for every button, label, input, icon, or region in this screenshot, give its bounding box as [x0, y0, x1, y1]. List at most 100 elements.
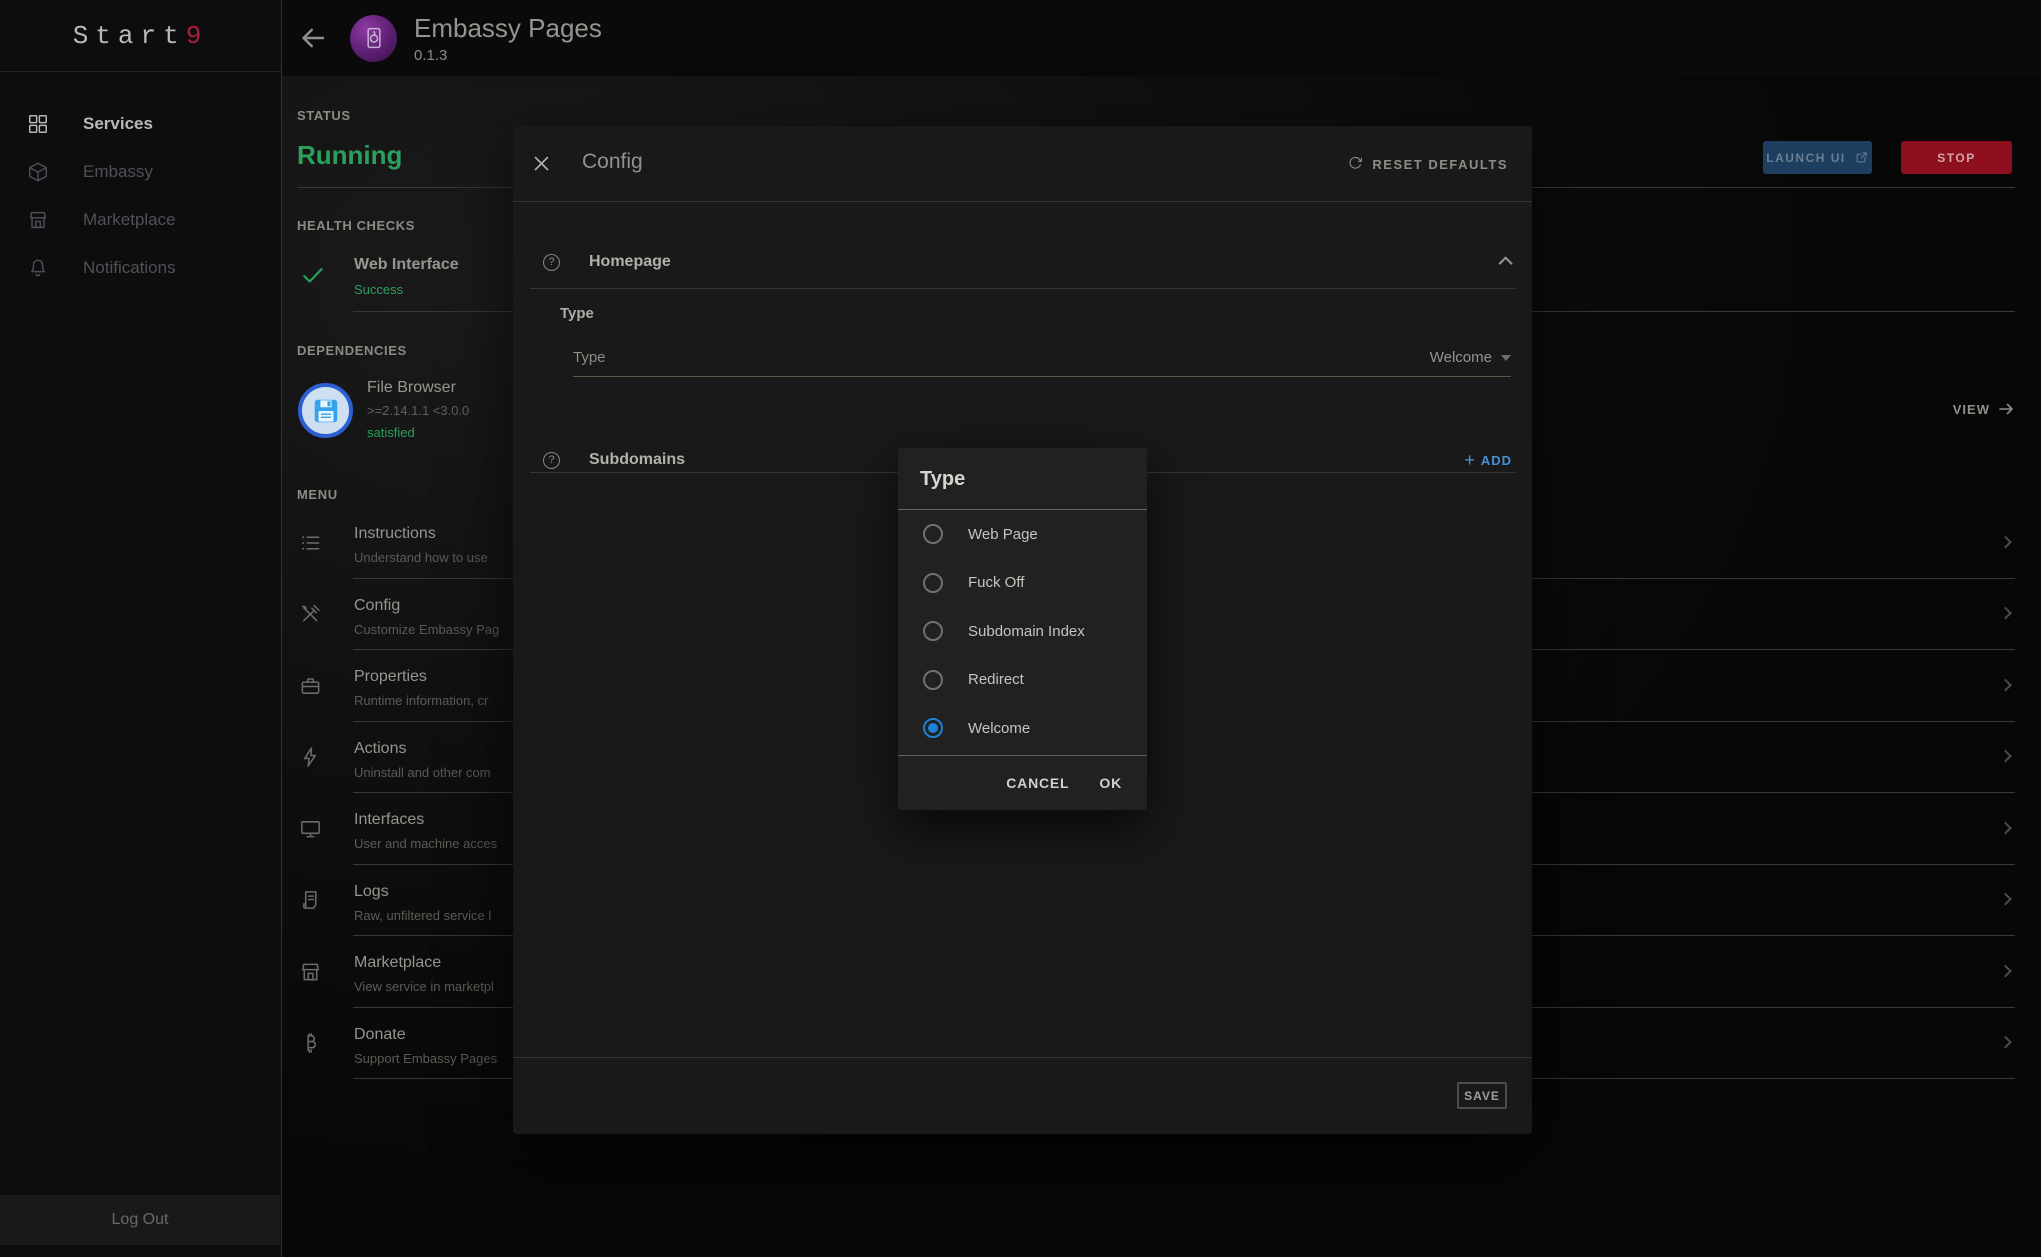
status-heading: STATUS — [297, 108, 351, 123]
health-checks-heading: HEALTH CHECKS — [297, 218, 415, 233]
back-arrow-icon[interactable] — [298, 23, 328, 53]
close-icon[interactable] — [532, 154, 551, 173]
storefront-icon — [299, 960, 322, 983]
chevron-up-icon[interactable] — [1499, 256, 1513, 270]
file-browser-icon — [298, 383, 353, 438]
save-button[interactable]: SAVE — [1457, 1082, 1507, 1109]
menu-item-title: Config — [354, 597, 400, 615]
external-link-icon — [1854, 150, 1869, 165]
dependencies-heading: DEPENDENCIES — [297, 343, 407, 358]
view-dependency-link[interactable]: VIEW — [1953, 400, 2015, 418]
help-icon[interactable]: ? — [543, 452, 560, 469]
logs-icon — [299, 889, 322, 912]
sidebar-item-embassy[interactable]: Embassy — [0, 148, 281, 196]
radio-option-welcome[interactable]: Welcome — [898, 704, 1147, 753]
sidebar-item-label: Notifications — [83, 258, 176, 278]
launch-ui-button[interactable]: LAUNCH UI — [1763, 141, 1872, 174]
type-select-field[interactable]: Type Welcome — [573, 346, 1511, 377]
sidebar-nav: Services Embassy Marketplace Notificatio… — [0, 72, 281, 292]
health-check-result: Success — [354, 282, 403, 297]
radio-option-subdomain-index[interactable]: Subdomain Index — [898, 607, 1147, 656]
chevron-right-icon — [1999, 750, 2012, 763]
checkmark-icon — [300, 262, 326, 288]
cancel-button[interactable]: CANCEL — [1006, 775, 1069, 791]
radio-icon[interactable] — [923, 718, 943, 738]
page-title: Embassy Pages — [414, 13, 602, 44]
type-dialog-title: Type — [898, 448, 1147, 510]
stop-button[interactable]: STOP — [1901, 141, 2012, 174]
radio-icon[interactable] — [923, 621, 943, 641]
type-dialog: Type Web Page Fuck Off Subdomain Index R… — [898, 448, 1147, 810]
menu-item-title: Instructions — [354, 525, 436, 543]
type-dialog-footer: CANCEL OK — [898, 755, 1147, 810]
divider — [530, 288, 1515, 289]
homepage-section-header[interactable]: ? Homepage — [543, 242, 1512, 282]
caret-down-icon — [1501, 355, 1511, 361]
chevron-right-icon — [1999, 893, 2012, 906]
chevron-right-icon — [1999, 1036, 2012, 1049]
dependency-name: File Browser — [367, 379, 456, 397]
screen: Start9 Services Embassy Marketplace — [0, 0, 2041, 1257]
radio-icon[interactable] — [923, 670, 943, 690]
bitcoin-icon — [299, 1032, 322, 1055]
grid-icon — [27, 113, 49, 135]
reset-defaults-button[interactable]: RESET DEFAULTS — [1347, 126, 1508, 202]
lightning-icon — [299, 746, 322, 769]
radio-option-redirect[interactable]: Redirect — [898, 656, 1147, 705]
app-title-block: Embassy Pages 0.1.3 — [414, 13, 602, 64]
radio-option-web-page[interactable]: Web Page — [898, 510, 1147, 559]
menu-item-title: Logs — [354, 883, 389, 901]
bell-icon — [27, 257, 49, 279]
radio-option-label: Welcome — [968, 720, 1030, 737]
menu-item-subtitle: Raw, unfiltered service l — [354, 908, 491, 923]
menu-item-title: Marketplace — [354, 954, 441, 972]
menu-item-subtitle: Understand how to use — [354, 550, 488, 565]
chevron-right-icon — [1999, 607, 2012, 620]
ok-button[interactable]: OK — [1099, 775, 1122, 791]
app-icon — [350, 15, 397, 62]
config-modal-title: Config — [582, 150, 643, 174]
status-value: Running — [297, 140, 402, 171]
subdomains-heading: Subdomains — [589, 451, 685, 469]
logo-text: Start — [73, 21, 186, 51]
service-header: Embassy Pages 0.1.3 — [282, 0, 2041, 76]
view-label: VIEW — [1953, 402, 1990, 417]
stop-label: STOP — [1937, 151, 1975, 165]
chevron-right-icon — [1999, 678, 2012, 691]
tools-icon — [299, 603, 322, 626]
help-icon[interactable]: ? — [543, 254, 560, 271]
radio-icon[interactable] — [923, 524, 943, 544]
add-subdomain-button[interactable]: + ADD — [1464, 451, 1512, 469]
menu-item-subtitle: User and machine acces — [354, 836, 497, 851]
app-version: 0.1.3 — [414, 47, 602, 64]
sidebar-item-label: Embassy — [83, 162, 153, 182]
radio-option-fuck-off[interactable]: Fuck Off — [898, 559, 1147, 608]
menu-heading: MENU — [297, 487, 338, 502]
list-icon — [299, 531, 322, 554]
health-check-name: Web Interface — [354, 256, 459, 274]
menu-item-title: Donate — [354, 1026, 406, 1044]
radio-icon[interactable] — [923, 573, 943, 593]
radio-option-label: Redirect — [968, 671, 1024, 688]
reset-defaults-label: RESET DEFAULTS — [1372, 157, 1508, 172]
monitor-icon — [299, 817, 322, 840]
type-field-label: Type — [573, 346, 606, 366]
menu-item-subtitle: Customize Embassy Pag — [354, 622, 499, 637]
radio-option-label: Subdomain Index — [968, 623, 1085, 640]
sidebar-item-marketplace[interactable]: Marketplace — [0, 196, 281, 244]
logout-button[interactable]: Log Out — [0, 1195, 280, 1245]
chevron-right-icon — [1999, 821, 2012, 834]
homepage-heading: Homepage — [589, 253, 671, 271]
sidebar-item-services[interactable]: Services — [0, 100, 281, 148]
briefcase-icon — [299, 674, 322, 697]
sidebar: Start9 Services Embassy Marketplace — [0, 0, 282, 1257]
launch-ui-label: LAUNCH UI — [1766, 151, 1846, 165]
cube-icon — [27, 161, 49, 183]
dependency-version-range: >=2.14.1.1 <3.0.0 — [367, 403, 469, 418]
menu-item-subtitle: View service in marketpl — [354, 979, 494, 994]
config-modal-footer: SAVE — [513, 1057, 1532, 1134]
menu-item-title: Properties — [354, 668, 427, 686]
radio-option-label: Web Page — [968, 526, 1038, 543]
chevron-right-icon — [1999, 535, 2012, 548]
sidebar-item-notifications[interactable]: Notifications — [0, 244, 281, 292]
